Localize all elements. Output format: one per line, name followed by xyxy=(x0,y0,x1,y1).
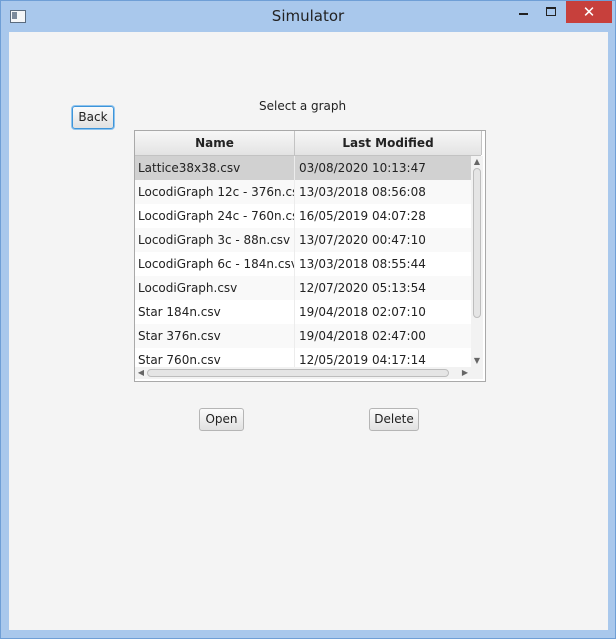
table-row[interactable]: LocodiGraph 6c - 184n.csv 13/03/2018 08:5… xyxy=(135,252,471,276)
scroll-up-icon[interactable]: ▲ xyxy=(471,156,483,168)
cell-name: Star 376n.csv xyxy=(135,324,295,348)
cell-last-modified: 03/08/2020 10:13:47 xyxy=(299,161,426,175)
vertical-scroll-thumb[interactable] xyxy=(473,168,481,318)
cell-name: LocodiGraph 3c - 88n.csv xyxy=(135,228,295,252)
horizontal-scroll-thumb[interactable] xyxy=(147,369,449,377)
cell-name: LocodiGraph.csv xyxy=(135,276,295,300)
graph-table: Name Last Modified Lattice38x38.csv 03/08… xyxy=(134,130,486,382)
cell-last-modified: 19/04/2018 02:07:10 xyxy=(299,305,426,319)
maximize-button[interactable] xyxy=(536,1,566,23)
close-icon: ✕ xyxy=(582,3,596,21)
cell-name: LocodiGraph 12c - 376n.csv xyxy=(135,180,295,204)
table-row[interactable]: LocodiGraph 24c - 760n.csv 16/05/2019 04:… xyxy=(135,204,471,228)
content-area: Back Select a graph Name Last Modified L… xyxy=(9,32,608,630)
scroll-down-icon[interactable]: ▼ xyxy=(471,355,483,367)
scroll-right-icon[interactable]: ▶ xyxy=(459,367,471,379)
table-row[interactable]: Lattice38x38.csv 03/08/2020 10:13:47 xyxy=(135,156,471,180)
table-body: Lattice38x38.csv 03/08/2020 10:13:47 Locod… xyxy=(135,156,471,367)
table-row[interactable]: LocodiGraph.csv 12/07/2020 05:13:54 xyxy=(135,276,471,300)
minimize-button[interactable] xyxy=(508,1,539,23)
cell-name: Star 184n.csv xyxy=(135,300,295,324)
select-graph-label: Select a graph xyxy=(259,99,347,113)
cell-last-modified: 13/03/2018 08:55:44 xyxy=(299,257,426,271)
cell-last-modified: 12/05/2019 04:17:14 xyxy=(299,353,426,367)
cell-name: Star 760n.csv xyxy=(135,348,295,367)
cell-last-modified: 13/07/2020 00:47:10 xyxy=(299,233,426,247)
cell-name: Lattice38x38.csv xyxy=(135,156,295,180)
open-button[interactable]: Open xyxy=(199,408,244,431)
cell-name: LocodiGraph 6c - 184n.csv xyxy=(135,252,295,276)
close-button[interactable]: ✕ xyxy=(566,1,612,23)
cell-last-modified: 12/07/2020 05:13:54 xyxy=(299,281,426,295)
vertical-scrollbar[interactable]: ▲ ▼ xyxy=(471,156,483,367)
scroll-left-icon[interactable]: ◀ xyxy=(135,367,147,379)
table-header: Name Last Modified xyxy=(135,131,482,156)
title-bar[interactable]: Simulator ✕ xyxy=(1,1,615,32)
table-row[interactable]: Star 376n.csv 19/04/2018 02:47:00 xyxy=(135,324,471,348)
table-row[interactable]: Star 184n.csv 19/04/2018 02:07:10 xyxy=(135,300,471,324)
horizontal-scrollbar[interactable]: ◀ ▶ xyxy=(135,367,471,379)
back-button[interactable]: Back xyxy=(72,106,114,129)
app-window: Simulator ✕ Back Select a graph Name Las… xyxy=(0,0,616,639)
table-row[interactable]: LocodiGraph 12c - 376n.csv 13/03/2018 08:… xyxy=(135,180,471,204)
delete-button[interactable]: Delete xyxy=(369,408,419,431)
cell-last-modified: 16/05/2019 04:07:28 xyxy=(299,209,426,223)
table-row[interactable]: LocodiGraph 3c - 88n.csv 13/07/2020 00:47… xyxy=(135,228,471,252)
column-header-name[interactable]: Name xyxy=(135,131,295,155)
cell-last-modified: 13/03/2018 08:56:08 xyxy=(299,185,426,199)
scrollbar-corner xyxy=(471,367,483,379)
cell-last-modified: 19/04/2018 02:47:00 xyxy=(299,329,426,343)
column-header-last-modified[interactable]: Last Modified xyxy=(295,131,482,155)
cell-name: LocodiGraph 24c - 760n.csv xyxy=(135,204,295,228)
table-row[interactable]: Star 760n.csv 12/05/2019 04:17:14 xyxy=(135,348,471,367)
